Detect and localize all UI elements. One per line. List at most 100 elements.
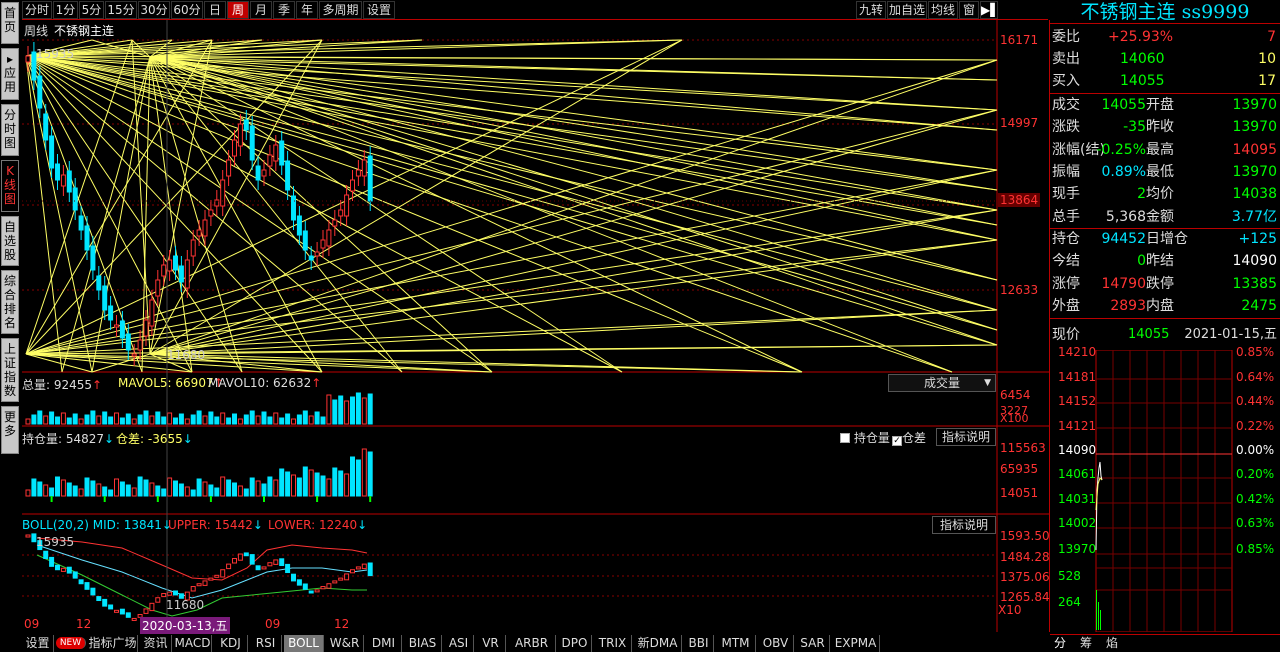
volume-bar [155, 411, 161, 425]
checkbox-oi[interactable]: 持仓量 [840, 429, 890, 446]
period-1min[interactable]: 1分 [53, 1, 78, 19]
window-button[interactable]: 窗 [959, 1, 979, 19]
indicator-tab-obv[interactable]: OBV [758, 635, 794, 652]
indicator-tab-wr[interactable]: W&R [326, 635, 364, 652]
ma-button[interactable]: 均线 [928, 1, 958, 19]
now-date: 2021-01-15,五 [1184, 327, 1277, 342]
mini-axis-right-tick: 0.63% [1236, 516, 1275, 530]
arrow-up-icon: ↑ [311, 376, 322, 390]
settings-button[interactable]: 设置 [363, 1, 395, 19]
volume-bar [291, 418, 296, 425]
oi-explain-button[interactable]: 指标说明 [936, 428, 996, 446]
oi-bar [167, 477, 173, 497]
volume-bar [320, 416, 326, 425]
checkbox-checked-icon[interactable]: ✓ [892, 436, 902, 446]
indicator-tab-[interactable]: 设置 [22, 635, 54, 652]
indicator-tab-[interactable]: 指标广场 [88, 635, 138, 652]
volume-bar [178, 413, 184, 425]
candle-body [326, 229, 332, 247]
quote-label: 最高 [1146, 141, 1174, 158]
period-month[interactable]: 月 [250, 1, 272, 19]
indicator-tab-dmi[interactable]: DMI [366, 635, 402, 652]
oi-bar [114, 478, 119, 497]
volume-bar [78, 418, 84, 425]
boll-candle [190, 586, 196, 592]
period-30min[interactable]: 30分 [138, 1, 170, 19]
period-15min[interactable]: 15分 [105, 1, 137, 19]
quote-value: 0.89% [1101, 163, 1146, 180]
high-mark: 15935 [36, 47, 75, 61]
volume-bar [196, 410, 202, 425]
boll-candle [255, 565, 261, 571]
volume-bar [243, 414, 249, 425]
add-watchlist-button[interactable]: 加自选 [887, 1, 927, 19]
indicator-tab-asi[interactable]: ASI [444, 635, 474, 652]
checkbox-icon[interactable] [840, 433, 850, 443]
indicator-tab-vr[interactable]: VR [476, 635, 506, 652]
indicator-tab-dpo[interactable]: DPO [558, 635, 592, 652]
boll-candle [143, 608, 149, 614]
boll-tick: 1375.06 [1000, 570, 1050, 584]
indicator-tab-rsi[interactable]: RSI [250, 635, 282, 652]
indicator-tab-arbr[interactable]: ARBR [508, 635, 556, 652]
quote-label: 日增仓 [1146, 231, 1188, 247]
side-tab-ranking[interactable]: 综合排名 [1, 270, 19, 334]
boll-explain-button[interactable]: 指标说明 [932, 516, 996, 534]
side-tab-home[interactable]: 首页 [1, 2, 19, 44]
boll-candle [367, 562, 373, 577]
indicator-tab-dma[interactable]: 新DMA [634, 635, 682, 652]
indicator-tab-sar[interactable]: SAR [796, 635, 830, 652]
side-tab-sh-index[interactable]: 上证指数 [1, 338, 19, 402]
side-tab-kline[interactable]: K线图 [1, 160, 19, 212]
period-multi[interactable]: 多周期 [319, 1, 362, 19]
indicator-tab-boll[interactable]: BOLL [284, 635, 324, 652]
kline-chart-area[interactable]: 周线 不锈钢主连 15935 11680 16171 14997 13864 1… [22, 20, 1050, 634]
indicator-tab-kdj[interactable]: KDJ [214, 635, 248, 652]
instrument-title: 不锈钢主连 ss9999 [1050, 0, 1280, 24]
period-week[interactable]: 周 [227, 1, 249, 19]
period-day[interactable]: 日 [204, 1, 226, 19]
boll-candle [196, 583, 202, 587]
side-tab-apps[interactable]: ▸应用 [1, 48, 19, 100]
side-tab-more[interactable]: 更多 [1, 406, 19, 454]
checkbox-diff[interactable]: ✓仓差 [892, 429, 926, 446]
volume-bar [90, 410, 96, 425]
boll-candle [326, 583, 332, 589]
period-quarter[interactable]: 季 [273, 1, 295, 19]
tab-timeshare[interactable]: 分 [1054, 635, 1066, 652]
boll-candle [350, 569, 355, 574]
indicator-tab-[interactable]: 资讯 [140, 635, 172, 652]
chart-canvas[interactable] [22, 20, 1050, 632]
tab-chips[interactable]: 筹 [1080, 635, 1092, 652]
volume-bar [208, 411, 214, 425]
candle-body [173, 255, 178, 271]
indicator-tab-bbi[interactable]: BBI [684, 635, 714, 652]
nine-turn-button[interactable]: 九转 [856, 1, 886, 19]
boll-tick: 1265.84 [1000, 590, 1050, 604]
boll-candle [84, 582, 90, 590]
period-timeshare[interactable]: 分时 [22, 1, 52, 19]
candle-body [143, 319, 149, 337]
mavol5-text: MAVOL5: 66907 [118, 376, 214, 390]
indicator-tab-trix[interactable]: TRIX [594, 635, 632, 652]
period-60min[interactable]: 60分 [171, 1, 203, 19]
indicator-dropdown[interactable]: 成交量 ▼ [888, 374, 996, 392]
volume-bar [102, 411, 108, 425]
oi-bar [267, 476, 273, 497]
indicator-tab-macd[interactable]: MACD [174, 635, 212, 652]
collapse-panel-icon[interactable]: ▶▌ [980, 1, 999, 19]
candle-body [291, 195, 296, 221]
period-5min[interactable]: 5分 [79, 1, 104, 19]
volume-bar [184, 418, 190, 425]
side-tab-timeshare[interactable]: 分时图 [1, 104, 19, 156]
candle-body [243, 119, 249, 131]
tab-flame[interactable]: 焰 [1106, 635, 1118, 652]
indicator-tab-expma[interactable]: EXPMA [832, 635, 880, 652]
candle-body [255, 165, 261, 181]
indicator-tab-bias[interactable]: BIAS [404, 635, 442, 652]
side-tab-watchlist[interactable]: 自选股 [1, 216, 19, 266]
time-tick: 12 [334, 617, 350, 631]
gann-line [149, 56, 998, 226]
indicator-tab-mtm[interactable]: MTM [716, 635, 756, 652]
period-year[interactable]: 年 [296, 1, 318, 19]
